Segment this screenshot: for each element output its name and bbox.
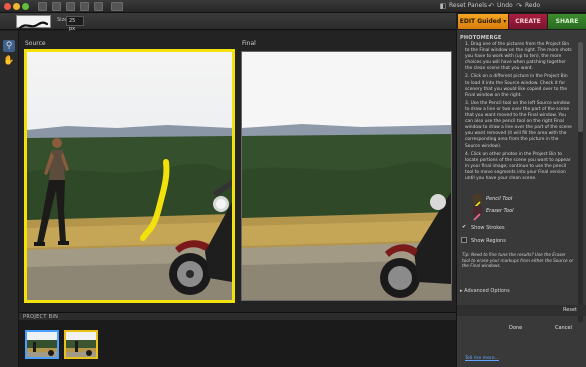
brush-preview[interactable] xyxy=(16,15,51,30)
instruction-step-3: 3. Use the Pencil tool on the left Sourc… xyxy=(465,100,572,149)
save-icon[interactable] xyxy=(66,2,75,11)
tools-panel: ⚲ ✋ xyxy=(0,31,19,367)
source-image[interactable] xyxy=(24,49,235,303)
zoom-window-icon[interactable] xyxy=(22,3,29,10)
reset-panels-icon[interactable]: ◧ xyxy=(439,2,447,10)
cancel-button[interactable]: Cancel xyxy=(555,325,572,331)
instruction-step-1: 1. Drag one of the pictures from the Pro… xyxy=(465,42,572,72)
photomerge-workspace: Source Final xyxy=(19,31,456,312)
instructions-text: 1. Drag one of the pictures from the Pro… xyxy=(465,42,573,184)
panel-scrollbar-thumb[interactable] xyxy=(578,42,583,132)
bin-thumbnail-1[interactable] xyxy=(25,330,59,359)
hand-tool-icon[interactable]: ✋ xyxy=(3,55,15,67)
advanced-options-label: Advanced Options xyxy=(464,288,510,294)
redo-button[interactable]: Redo xyxy=(525,2,540,9)
bin-thumbnail-2[interactable] xyxy=(64,330,98,359)
brush-size-field[interactable]: 25 px xyxy=(66,16,84,32)
pencil-tool-label: Pencil Tool xyxy=(486,196,513,202)
show-regions-checkbox[interactable] xyxy=(461,237,467,243)
reset-panels-button[interactable]: Reset Panels xyxy=(449,2,487,9)
panel-title: PHOTOMERGE xyxy=(460,35,502,41)
redo-icon[interactable]: ↷ xyxy=(515,2,523,10)
print-icon[interactable] xyxy=(80,2,89,11)
reset-button[interactable]: Reset xyxy=(563,307,577,313)
disclosure-triangle-icon: ▸ xyxy=(460,288,463,294)
show-strokes-checkbox[interactable]: ✔ xyxy=(461,224,467,230)
show-strokes-label: Show Strokes xyxy=(471,225,505,231)
action-row: Done Cancel xyxy=(457,321,586,337)
final-pane-label: Final xyxy=(242,40,256,47)
chevron-down-icon: ▾ xyxy=(503,18,507,25)
folder-icon[interactable] xyxy=(38,2,47,11)
done-button[interactable]: Done xyxy=(509,325,522,331)
tab-create[interactable]: CREATE xyxy=(509,14,547,29)
panel-scrollbar[interactable] xyxy=(578,42,583,322)
eraser-tool-button[interactable] xyxy=(473,206,482,221)
tool-options-bar: Size: 25 px xyxy=(0,13,456,32)
reset-row: Reset xyxy=(457,305,586,316)
instruction-step-4: 4. Click on other photos in the Project … xyxy=(465,151,571,181)
tab-edit-guided[interactable]: EDIT Guided ▾ xyxy=(458,14,508,29)
show-regions-label: Show Regions xyxy=(471,238,506,244)
frame-icon[interactable] xyxy=(94,2,103,11)
guided-edit-panel: PHOTOMERGE 1. Drag one of the pictures f… xyxy=(456,30,586,367)
source-pane-label: Source xyxy=(25,40,46,47)
tab-edit-guided-label: EDIT Guided xyxy=(459,18,502,25)
open-icon[interactable] xyxy=(52,2,61,11)
instruction-step-2: 2. Click on a different picture in the P… xyxy=(465,74,568,98)
project-bin xyxy=(19,320,456,367)
project-bin-header[interactable]: PROJECT BIN xyxy=(19,312,456,320)
zoom-tool-icon[interactable]: ⚲ xyxy=(3,40,15,52)
pencil-tool-button[interactable] xyxy=(473,194,482,209)
minimize-window-icon[interactable] xyxy=(13,3,20,10)
undo-icon[interactable]: ↶ xyxy=(487,2,495,10)
tell-me-more-link[interactable]: Tell me more... xyxy=(465,356,499,361)
tab-share[interactable]: SHARE xyxy=(548,14,586,29)
eraser-icon xyxy=(473,213,481,221)
close-window-icon[interactable] xyxy=(4,3,11,10)
tip-text: Tip: Need to fine tune the results? Use … xyxy=(462,252,574,269)
final-image[interactable] xyxy=(241,51,452,301)
advanced-options-toggle[interactable]: ▸ Advanced Options xyxy=(460,288,510,294)
undo-button[interactable]: Undo xyxy=(497,2,513,9)
title-bar: ◧ Reset Panels ↶ Undo ↷ Redo xyxy=(0,0,586,13)
eraser-tool-label: Eraser Tool xyxy=(486,208,514,214)
layout-dropdown-icon[interactable] xyxy=(111,2,123,11)
